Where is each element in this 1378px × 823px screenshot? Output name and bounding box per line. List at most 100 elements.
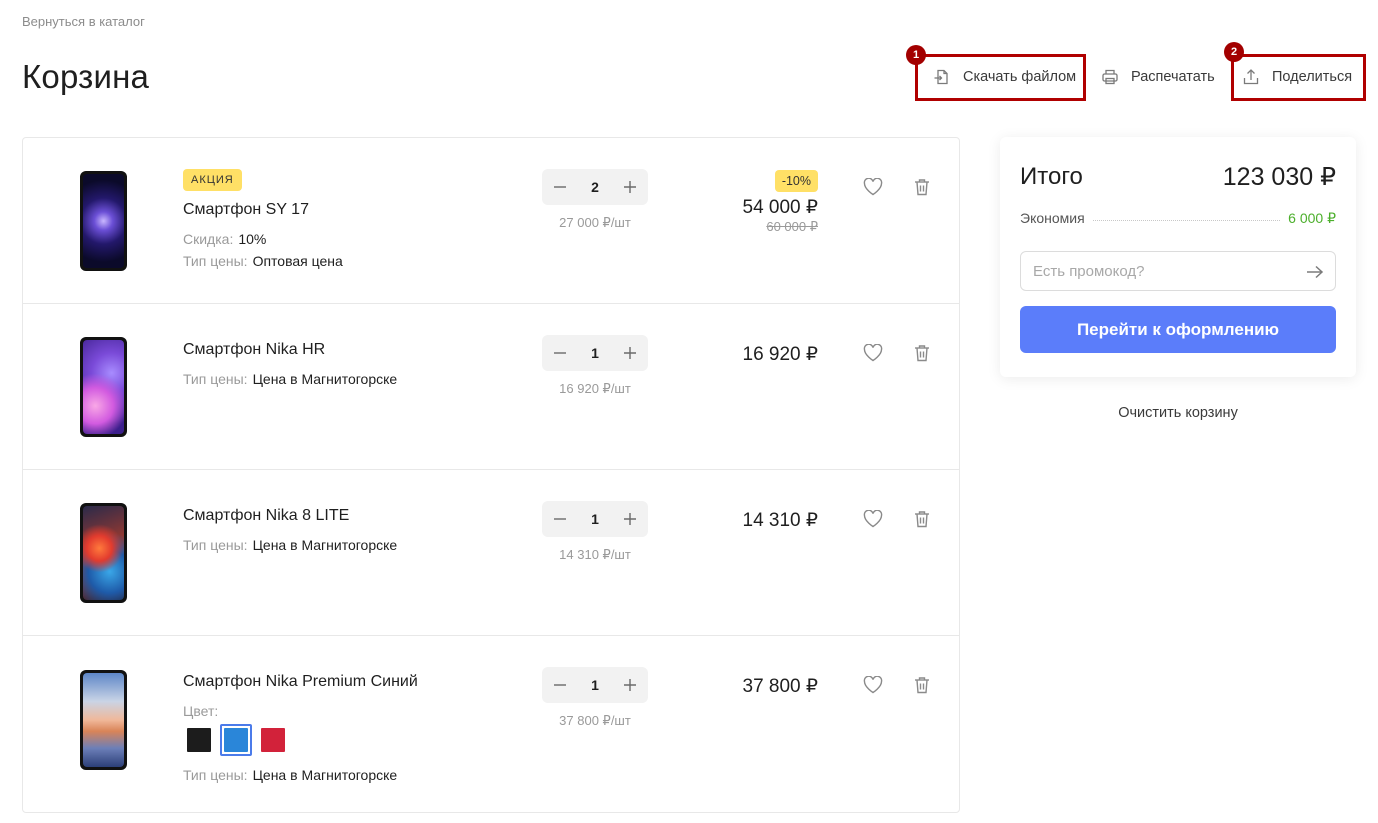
quantity-stepper bbox=[542, 335, 648, 371]
product-image[interactable] bbox=[80, 503, 127, 603]
trash-icon bbox=[915, 677, 929, 694]
promo-badge: Акция bbox=[183, 169, 242, 191]
order-summary: Итого 123 030 ₽ Экономия 6 000 ₽ Перейти… bbox=[1000, 137, 1356, 377]
unit-price: 16 920 ₽/шт bbox=[559, 381, 631, 396]
color-swatch-blue[interactable] bbox=[220, 724, 252, 756]
share-button[interactable]: Поделиться bbox=[1231, 54, 1366, 100]
share-label: Поделиться bbox=[1272, 69, 1353, 85]
remove-item-button[interactable] bbox=[914, 676, 932, 696]
plus-icon bbox=[624, 679, 636, 691]
apply-promo-button[interactable] bbox=[1306, 264, 1324, 280]
quantity-stepper bbox=[542, 501, 648, 537]
minus-icon bbox=[554, 186, 566, 188]
savings-label: Экономия bbox=[1020, 210, 1085, 226]
item-total-price: 16 920 ₽ bbox=[742, 344, 818, 365]
plus-icon bbox=[624, 347, 636, 359]
annotation-marker-2: 2 bbox=[1224, 42, 1244, 62]
share-icon bbox=[1243, 69, 1259, 85]
price-type-value: Цена в Магнитогорске bbox=[252, 537, 398, 553]
savings-leader bbox=[1092, 219, 1281, 221]
product-image[interactable] bbox=[80, 337, 127, 437]
promo-code-input[interactable] bbox=[1021, 252, 1335, 290]
item-total-price: 54 000 ₽ bbox=[742, 197, 818, 218]
decrease-quantity-button[interactable] bbox=[552, 677, 568, 693]
cart-item: Смартфон Nika 8 LITE Тип цены: Цена в Маг… bbox=[23, 470, 959, 636]
color-property: Цвет: bbox=[183, 703, 223, 719]
product-name-link[interactable]: Смартфон Nika 8 LITE bbox=[183, 507, 349, 525]
discount-badge: -10% bbox=[774, 170, 818, 192]
unit-price: 14 310 ₽/шт bbox=[559, 547, 631, 562]
item-total-price: 14 310 ₽ bbox=[742, 510, 818, 531]
quantity-input[interactable] bbox=[580, 345, 610, 361]
color-swatch-red[interactable] bbox=[257, 724, 289, 756]
price-type-key: Тип цены: bbox=[183, 767, 248, 783]
product-image[interactable] bbox=[80, 171, 127, 271]
item-old-price: 60 000 ₽ bbox=[766, 219, 818, 234]
minus-icon bbox=[554, 352, 566, 354]
increase-quantity-button[interactable] bbox=[622, 511, 638, 527]
price-type-key: Тип цены: bbox=[183, 537, 248, 553]
remove-item-button[interactable] bbox=[914, 178, 932, 198]
price-type-property: Тип цены: Оптовая цена bbox=[183, 253, 343, 269]
decrease-quantity-button[interactable] bbox=[552, 179, 568, 195]
decrease-quantity-button[interactable] bbox=[552, 511, 568, 527]
quantity-input[interactable] bbox=[580, 179, 610, 195]
unit-price: 37 800 ₽/шт bbox=[559, 713, 631, 728]
add-to-favorites-button[interactable] bbox=[863, 343, 885, 364]
back-to-catalog-link[interactable]: Вернуться в каталог bbox=[22, 14, 145, 29]
increase-quantity-button[interactable] bbox=[622, 677, 638, 693]
cart-item: Смартфон Nika Premium Синий Цвет: Тип це… bbox=[23, 636, 959, 812]
add-to-favorites-button[interactable] bbox=[863, 509, 885, 530]
printer-icon bbox=[1102, 69, 1118, 85]
page-title: Корзина bbox=[22, 58, 150, 95]
heart-icon bbox=[863, 177, 883, 196]
download-file-button[interactable]: Скачать файлом bbox=[915, 54, 1086, 100]
price-type-key: Тип цены: bbox=[183, 253, 248, 269]
increase-quantity-button[interactable] bbox=[622, 179, 638, 195]
quantity-stepper bbox=[542, 169, 648, 205]
heart-icon bbox=[863, 509, 883, 528]
decrease-quantity-button[interactable] bbox=[552, 345, 568, 361]
remove-item-button[interactable] bbox=[914, 510, 932, 530]
summary-title: Итого bbox=[1020, 163, 1083, 190]
add-to-favorites-button[interactable] bbox=[863, 177, 885, 198]
annotation-marker-1: 1 bbox=[906, 45, 926, 65]
add-to-favorites-button[interactable] bbox=[863, 675, 885, 696]
color-swatch-black[interactable] bbox=[183, 724, 215, 756]
quantity-stepper bbox=[542, 667, 648, 703]
cart-items-list: Акция Смартфон SY 17 Скидка: 10% Тип цены… bbox=[22, 137, 960, 813]
print-button[interactable]: Распечатать bbox=[1101, 54, 1231, 100]
color-key: Цвет: bbox=[183, 703, 219, 719]
remove-item-button[interactable] bbox=[914, 344, 932, 364]
heart-icon bbox=[863, 675, 883, 694]
price-type-property: Тип цены: Цена в Магнитогорске bbox=[183, 537, 397, 553]
savings-value: 6 000 ₽ bbox=[1288, 209, 1336, 226]
summary-total: 123 030 ₽ bbox=[1222, 163, 1336, 191]
discount-value: 10% bbox=[238, 231, 267, 247]
arrow-right-icon bbox=[1307, 265, 1324, 279]
cart-item: Смартфон Nika HR Тип цены: Цена в Магнито… bbox=[23, 304, 959, 470]
plus-icon bbox=[624, 181, 636, 193]
increase-quantity-button[interactable] bbox=[622, 345, 638, 361]
discount-key: Скидка: bbox=[183, 231, 234, 247]
price-type-key: Тип цены: bbox=[183, 371, 248, 387]
download-icon bbox=[934, 69, 948, 85]
discount-property: Скидка: 10% bbox=[183, 231, 266, 247]
download-file-label: Скачать файлом bbox=[963, 69, 1077, 85]
clear-cart-link[interactable]: Очистить корзину bbox=[1000, 405, 1356, 421]
price-type-value: Цена в Магнитогорске bbox=[252, 767, 398, 783]
savings-row: Экономия 6 000 ₽ bbox=[1020, 209, 1336, 227]
product-image[interactable] bbox=[80, 670, 127, 770]
quantity-input[interactable] bbox=[580, 677, 610, 693]
price-type-property: Тип цены: Цена в Магнитогорске bbox=[183, 767, 397, 783]
product-name-link[interactable]: Смартфон Nika HR bbox=[183, 341, 325, 359]
trash-icon bbox=[915, 511, 929, 528]
checkout-button[interactable]: Перейти к оформлению bbox=[1020, 306, 1336, 353]
minus-icon bbox=[554, 684, 566, 686]
print-label: Распечатать bbox=[1131, 69, 1215, 85]
product-name-link[interactable]: Смартфон SY 17 bbox=[183, 201, 309, 219]
item-total-price: 37 800 ₽ bbox=[742, 676, 818, 697]
quantity-input[interactable] bbox=[580, 511, 610, 527]
cart-item: Акция Смартфон SY 17 Скидка: 10% Тип цены… bbox=[23, 138, 959, 304]
product-name-link[interactable]: Смартфон Nika Premium Синий bbox=[183, 673, 418, 691]
